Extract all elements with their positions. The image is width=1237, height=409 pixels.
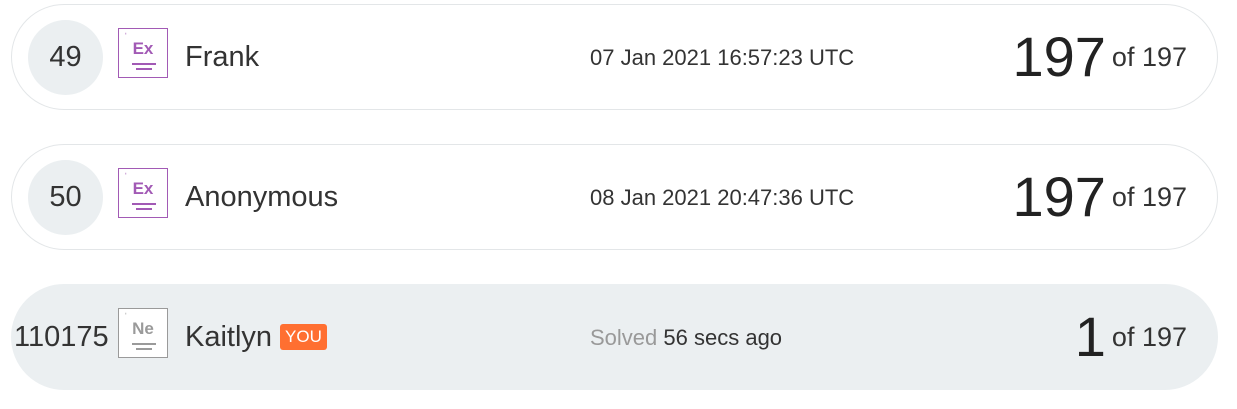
solved-date: 08 Jan 2021 20:47:36 UTC	[590, 185, 855, 210]
user-name[interactable]: Frank	[185, 40, 259, 74]
leaderboard-row[interactable]: 49 ˈ Ex Frank 07 Jan 2021 16:57:23 UTC 1…	[11, 4, 1218, 110]
score: 1 of 197	[1075, 307, 1187, 367]
you-badge: YOU	[280, 324, 327, 350]
expert-rank-badge-icon: ˈ Ex	[118, 168, 168, 218]
rank-number: 49	[28, 20, 103, 95]
score-value: 197	[1012, 165, 1106, 228]
user-name-text: Kaitlyn	[185, 321, 273, 353]
rank-number: 50	[28, 160, 103, 235]
leaderboard-row[interactable]: 50 ˈ Ex Anonymous 08 Jan 2021 20:47:36 U…	[11, 144, 1218, 250]
score-value: 1	[1074, 305, 1106, 368]
solved-label: Solved	[590, 325, 658, 350]
user-name[interactable]: Anonymous	[185, 180, 338, 214]
leaderboard-row-current-user[interactable]: 110175 ˈ Ne Kaitlyn YOU Solved 56 secs ag…	[11, 284, 1218, 390]
badge-abbr: Ex	[132, 179, 154, 198]
rank-number: 110175	[14, 321, 109, 353]
badge-abbr: Ex	[132, 39, 154, 58]
score-total: of 197	[1111, 42, 1187, 72]
score-total: of 197	[1111, 322, 1187, 352]
score: 197 of 197	[1012, 167, 1187, 227]
expert-rank-badge-icon: ˈ Ex	[118, 28, 168, 78]
score-total: of 197	[1111, 182, 1187, 212]
user-name[interactable]: Kaitlyn YOU	[185, 320, 327, 354]
score: 197 of 197	[1012, 27, 1187, 87]
solved-ago: 56 secs ago	[663, 325, 783, 350]
solved-status: Solved 56 secs ago	[590, 325, 782, 351]
score-value: 197	[1012, 25, 1106, 88]
solved-date: 07 Jan 2021 16:57:23 UTC	[590, 45, 855, 70]
leaderboard-list: 49 ˈ Ex Frank 07 Jan 2021 16:57:23 UTC 1…	[0, 0, 1237, 409]
novice-rank-badge-icon: ˈ Ne	[118, 308, 168, 358]
badge-abbr: Ne	[132, 319, 154, 338]
